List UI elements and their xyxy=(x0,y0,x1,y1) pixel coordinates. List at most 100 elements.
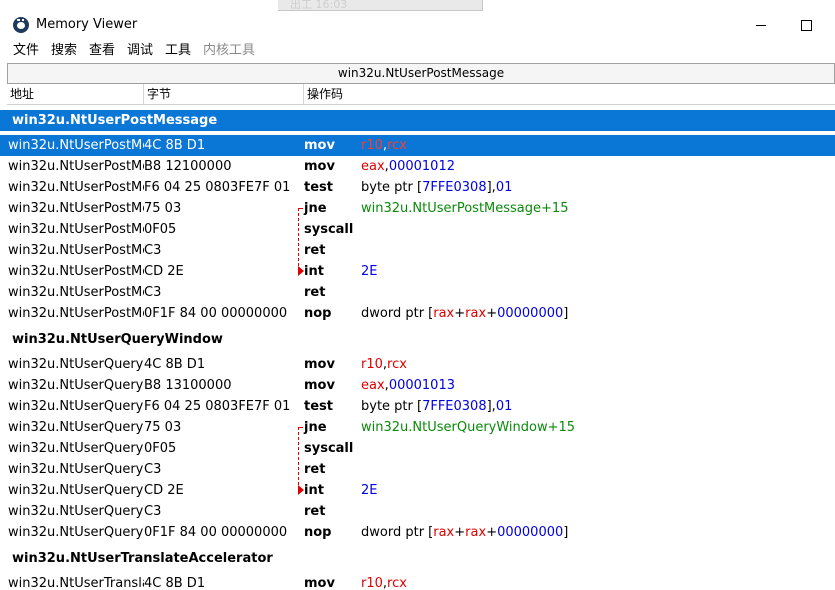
instruction-row[interactable]: win32u.NtUserPostMessage+14 C3 ret xyxy=(0,240,835,261)
menu-debug[interactable]: 调试 xyxy=(127,43,153,59)
column-address[interactable]: 地址 xyxy=(7,84,144,104)
operand-text: ], xyxy=(486,399,496,414)
instruction-row[interactable]: win32u.NtUserQueryWindow+8 F6 04 25 0803… xyxy=(0,396,835,417)
menu-tools[interactable]: 工具 xyxy=(165,43,191,59)
operand-text: + xyxy=(486,525,498,540)
jump-target-operand[interactable]: win32u.NtUserQueryWindow+15 xyxy=(361,417,575,438)
instruction-row[interactable]: win32u.NtUserPostMessage+12 0F05 syscall xyxy=(0,219,835,240)
instruction-row[interactable]: win32u.NtUserPostMessage+18 0F1F 84 00 0… xyxy=(0,303,835,324)
register-operand: rax xyxy=(465,306,487,321)
register-operand: rax xyxy=(433,306,455,321)
operands-cell: eax,00001013 xyxy=(361,375,455,396)
register-operand: rcx xyxy=(387,138,407,153)
window-title: Memory Viewer xyxy=(36,17,138,32)
number-operand: 00000000 xyxy=(497,525,564,540)
address-cell: win32u.NtUserPostMessage+17 xyxy=(8,285,144,300)
column-opcode[interactable]: 操作码 xyxy=(304,84,835,104)
opcode-cell: nop xyxy=(304,525,332,540)
column-header: 地址 字节 操作码 xyxy=(7,84,835,105)
address-cell: win32u.NtUserPostMessage+18 xyxy=(8,306,144,321)
instruction-row[interactable]: win32u.NtUserPostMessage+17 C3 ret xyxy=(0,282,835,303)
bytes-cell: CD 2E xyxy=(144,483,184,498)
instruction-row[interactable]: win32u.NtUserQueryWindow 4C 8B D1 mov r1… xyxy=(0,354,835,375)
column-bytes[interactable]: 字节 xyxy=(144,84,304,104)
bytes-cell: 4C 8B D1 xyxy=(144,357,206,372)
jump-arrow-line xyxy=(298,427,299,490)
instruction-row[interactable]: win32u.NtUserQueryWindow+17 C3 ret xyxy=(0,501,835,522)
menu-kernel-tools: 内核工具 xyxy=(203,43,256,58)
jump-arrow-line xyxy=(298,208,299,271)
register-operand: rcx xyxy=(387,357,407,372)
bytes-cell: 75 03 xyxy=(144,201,182,216)
menu-search[interactable]: 搜索 xyxy=(51,43,77,59)
maximize-button[interactable] xyxy=(783,10,829,40)
opcode-cell: mov xyxy=(304,159,335,174)
instruction-row[interactable]: win32u.NtUserQueryWindow+12 0F05 syscall xyxy=(0,438,835,459)
minimize-button[interactable] xyxy=(738,10,784,40)
instruction-row[interactable]: win32u.NtUserQueryWindow+14 C3 ret xyxy=(0,459,835,480)
instruction-row[interactable]: win32u.NtUserQueryWindow+18 0F1F 84 00 0… xyxy=(0,522,835,543)
address-bar[interactable]: win32u.NtUserPostMessage xyxy=(7,63,835,84)
opcode-cell: nop xyxy=(304,306,332,321)
address-cell: win32u.NtUserQueryWindow+17 xyxy=(8,504,144,519)
operand-text: ], xyxy=(486,180,496,195)
label-row[interactable]: win32u.NtUserTranslateAccelerator xyxy=(0,548,835,569)
menu-file[interactable]: 文件 xyxy=(13,43,39,59)
instruction-row[interactable]: win32u.NtUserPostMessage 4C 8B D1 mov r1… xyxy=(0,135,835,156)
bytes-cell: C3 xyxy=(144,504,162,519)
instruction-row[interactable]: win32u.NtUserPostMessage+8 F6 04 25 0803… xyxy=(0,177,835,198)
bytes-cell: 0F05 xyxy=(144,441,177,456)
number-operand: 2E xyxy=(361,483,378,498)
disassembly-list[interactable]: win32u.NtUserPostMessage win32u.NtUserPo… xyxy=(0,110,835,590)
bytes-cell: 0F1F 84 00 00000000 xyxy=(144,525,288,540)
operands-cell: eax,00001012 xyxy=(361,156,455,177)
label-row[interactable]: win32u.NtUserPostMessage xyxy=(0,110,835,131)
address-cell: win32u.NtUserPostMessage+10 xyxy=(8,201,144,216)
operands-cell: r10,rcx xyxy=(361,354,407,375)
register-operand: r10 xyxy=(361,138,383,153)
register-operand: rax xyxy=(465,525,487,540)
bytes-cell: 0F1F 84 00 00000000 xyxy=(144,306,288,321)
instruction-row[interactable]: win32u.NtUserPostMessage+10 75 03 jne wi… xyxy=(0,198,835,219)
instruction-row[interactable]: win32u.NtUserQueryWindow+3 B8 13100000 m… xyxy=(0,375,835,396)
opcode-cell: mov xyxy=(304,378,335,393)
menu-view[interactable]: 查看 xyxy=(89,43,115,59)
register-operand: r10 xyxy=(361,357,383,372)
instruction-row[interactable]: win32u.NtUserTranslateAccelerator 4C 8B … xyxy=(0,573,835,590)
bytes-cell: 75 03 xyxy=(144,420,182,435)
address-cell: win32u.NtUserQueryWindow+15 xyxy=(8,483,144,498)
register-operand: eax xyxy=(361,159,385,174)
bytes-cell: 0F05 xyxy=(144,222,177,237)
symbol-label: win32u.NtUserQueryWindow xyxy=(12,332,223,347)
instruction-row[interactable]: win32u.NtUserPostMessage+3 B8 12100000 m… xyxy=(0,156,835,177)
opcode-cell: test xyxy=(304,180,333,195)
background-window-text: 出工 16:03 xyxy=(290,0,348,11)
number-operand: 2E xyxy=(361,264,378,279)
number-operand: 7FFE0308 xyxy=(422,399,487,414)
register-operand: rax xyxy=(433,525,455,540)
opcode-cell: ret xyxy=(304,243,326,258)
opcode-cell: syscall xyxy=(304,441,354,456)
operand-text: byte ptr [ xyxy=(361,399,423,414)
address-cell: win32u.NtUserTranslateAccelerator xyxy=(8,576,144,590)
operands-cell: r10,rcx xyxy=(361,135,407,156)
address-cell: win32u.NtUserQueryWindow+3 xyxy=(8,378,144,393)
instruction-row[interactable]: win32u.NtUserQueryWindow+15 CD 2E int 2E xyxy=(0,480,835,501)
jump-arrow-icon xyxy=(298,266,304,276)
register-operand: eax xyxy=(361,378,385,393)
app-icon xyxy=(13,17,29,33)
label-row[interactable]: win32u.NtUserQueryWindow xyxy=(0,329,835,350)
title-bar: 出工 16:03 Memory Viewer xyxy=(0,0,835,40)
instruction-row[interactable]: win32u.NtUserPostMessage+15 CD 2E int 2E xyxy=(0,261,835,282)
number-operand: 00000000 xyxy=(497,306,564,321)
address-cell: win32u.NtUserQueryWindow+18 xyxy=(8,525,144,540)
number-operand: 01 xyxy=(495,399,513,414)
instruction-row[interactable]: win32u.NtUserQueryWindow+10 75 03 jne wi… xyxy=(0,417,835,438)
address-cell: win32u.NtUserPostMessage+14 xyxy=(8,243,144,258)
bytes-cell: CD 2E xyxy=(144,264,184,279)
opcode-cell: mov xyxy=(304,357,335,372)
symbol-label: win32u.NtUserTranslateAccelerator xyxy=(12,551,273,566)
address-cell: win32u.NtUserQueryWindow+8 xyxy=(8,399,144,414)
opcode-cell: ret xyxy=(304,285,326,300)
jump-target-operand[interactable]: win32u.NtUserPostMessage+15 xyxy=(361,198,568,219)
